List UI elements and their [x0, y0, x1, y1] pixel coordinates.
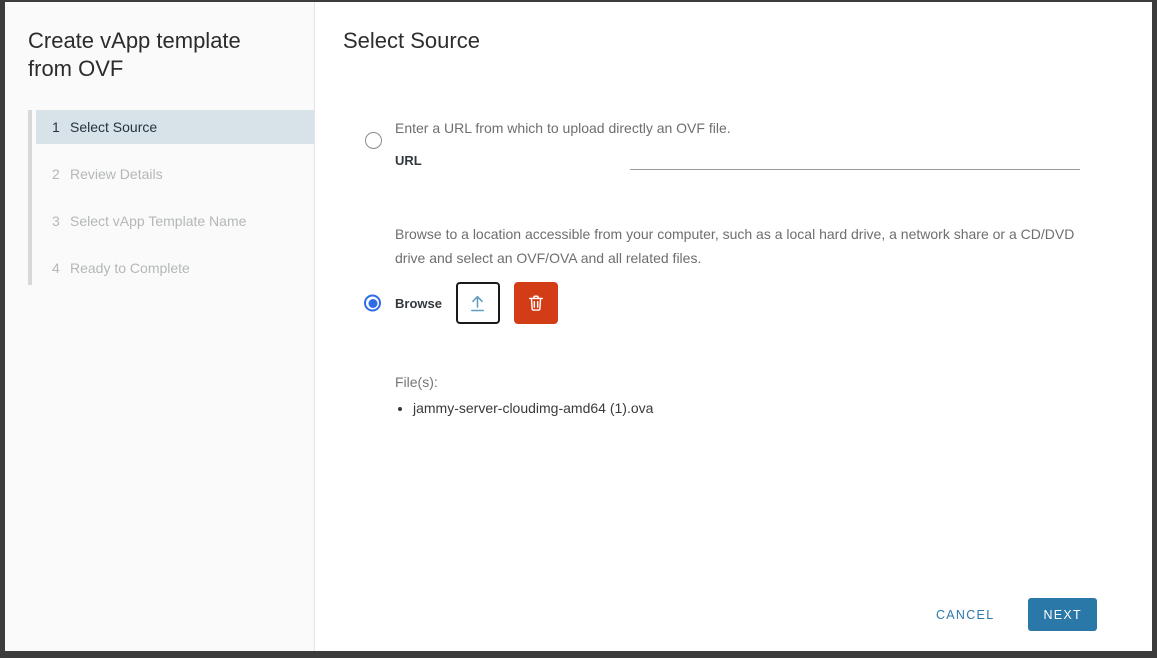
next-button[interactable]: NEXT	[1028, 598, 1097, 631]
step-review-details[interactable]: 2 Review Details	[36, 157, 314, 191]
browse-radio[interactable]	[364, 295, 381, 312]
step-number: 4	[52, 260, 70, 276]
delete-button[interactable]	[514, 282, 558, 324]
cancel-button[interactable]: CANCEL	[932, 600, 999, 630]
wizard-sidebar: Create vApp template from OVF 1 Select S…	[5, 2, 315, 651]
upload-button[interactable]	[456, 282, 500, 324]
step-label: Select Source	[70, 119, 157, 135]
page-title: Select Source	[343, 28, 1080, 54]
step-label: Ready to Complete	[70, 260, 190, 276]
file-list-item: jammy-server-cloudimg-amd64 (1).ova	[413, 400, 1080, 416]
upload-icon	[467, 293, 488, 314]
step-select-source[interactable]: 1 Select Source	[36, 110, 314, 144]
step-number: 1	[52, 119, 70, 135]
create-vapp-template-dialog: Create vApp template from OVF 1 Select S…	[5, 2, 1152, 651]
trash-icon	[526, 293, 546, 313]
wizard-footer: CANCEL NEXT	[932, 598, 1097, 631]
files-list: jammy-server-cloudimg-amd64 (1).ova	[413, 400, 1080, 416]
url-label: URL	[395, 153, 630, 170]
wizard-title: Create vApp template from OVF	[28, 27, 273, 82]
files-label: File(s):	[395, 374, 1080, 390]
step-ready-to-complete[interactable]: 4 Ready to Complete	[36, 251, 314, 285]
browse-option: Browse to a location accessible from you…	[343, 222, 1080, 416]
url-input[interactable]	[630, 148, 1080, 170]
url-radio[interactable]	[365, 132, 382, 149]
browse-option-description: Browse to a location accessible from you…	[395, 222, 1080, 270]
files-section: File(s): jammy-server-cloudimg-amd64 (1)…	[395, 374, 1080, 416]
step-label: Review Details	[70, 166, 163, 182]
browse-label: Browse	[395, 296, 442, 311]
step-number: 3	[52, 213, 70, 229]
wizard-steps: 1 Select Source 2 Review Details 3 Selec…	[28, 110, 314, 285]
step-number: 2	[52, 166, 70, 182]
select-source-panel: Select Source Enter a URL from which to …	[315, 2, 1152, 651]
step-label: Select vApp Template Name	[70, 213, 246, 229]
url-option-description: Enter a URL from which to upload directl…	[395, 116, 1080, 140]
step-select-vapp-template-name[interactable]: 3 Select vApp Template Name	[36, 204, 314, 238]
url-option: Enter a URL from which to upload directl…	[343, 116, 1080, 170]
